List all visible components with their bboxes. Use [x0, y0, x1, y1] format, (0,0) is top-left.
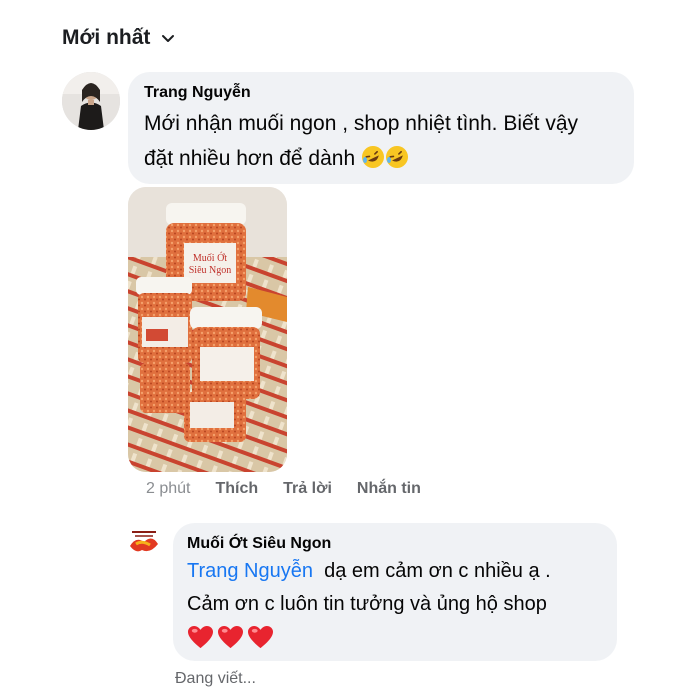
product-photo: Muối Ớt Siêu Ngon	[128, 187, 287, 472]
comment-text-line-with-emoji: đặt nhiều hơn để dành	[144, 141, 618, 176]
page-avatar[interactable]	[126, 524, 162, 560]
heart-icon	[218, 625, 243, 649]
rofl-emoji-icon	[361, 146, 384, 168]
jar-label-text: Siêu Ngon	[189, 265, 232, 276]
comment-text: Mới nhận muối ngon , shop nhiệt tình. Bi…	[144, 106, 618, 176]
sort-label: Mới nhất	[62, 26, 151, 49]
reply-text-segment: dạ em cảm ơn c nhiều ạ .	[324, 560, 551, 582]
heart-icon	[188, 625, 213, 649]
jar-label-text: Muối Ớt	[193, 252, 227, 264]
mention-link[interactable]: Trang Nguyễn	[187, 560, 313, 582]
comment-text-line: Mới nhận muối ngon , shop nhiệt tình. Bi…	[144, 112, 579, 135]
avatar[interactable]	[62, 72, 120, 130]
hearts-row	[187, 625, 603, 650]
comment-actions: 2 phút Thích Trả lời Nhắn tin	[146, 480, 421, 498]
reply-text-line: Trang Nguyễn dạ em cảm ơn c nhiều ạ .	[187, 555, 603, 588]
heart-icon	[248, 625, 273, 649]
rofl-emoji-icon	[385, 146, 408, 168]
comment-author[interactable]: Trang Nguyễn	[144, 84, 618, 102]
reply-bubble: Muối Ớt Siêu Ngon Trang Nguyễn dạ em cảm…	[173, 523, 617, 661]
page-logo-icon	[126, 524, 162, 560]
avatar-image	[62, 72, 120, 130]
message-button[interactable]: Nhắn tin	[357, 480, 421, 498]
reply-button[interactable]: Trả lời	[283, 480, 332, 498]
chevron-down-icon	[162, 35, 175, 42]
reply-author[interactable]: Muối Ớt Siêu Ngon	[187, 535, 603, 553]
like-button[interactable]: Thích	[215, 480, 258, 498]
reply-text: Trang Nguyễn dạ em cảm ơn c nhiều ạ . Cả…	[187, 555, 603, 621]
comment-photo[interactable]: Muối Ớt Siêu Ngon	[128, 187, 287, 472]
sort-dropdown[interactable]: Mới nhất	[62, 26, 176, 50]
comment-bubble: Trang Nguyễn Mới nhận muối ngon , shop n…	[128, 72, 634, 184]
reply-text-line: Cảm ơn c luôn tin tưởng và ủng hộ shop	[187, 593, 547, 615]
typing-indicator: Đang viết...	[175, 670, 256, 687]
comment-time[interactable]: 2 phút	[146, 480, 190, 498]
comment-text-line: đặt nhiều hơn để dành	[144, 147, 356, 170]
